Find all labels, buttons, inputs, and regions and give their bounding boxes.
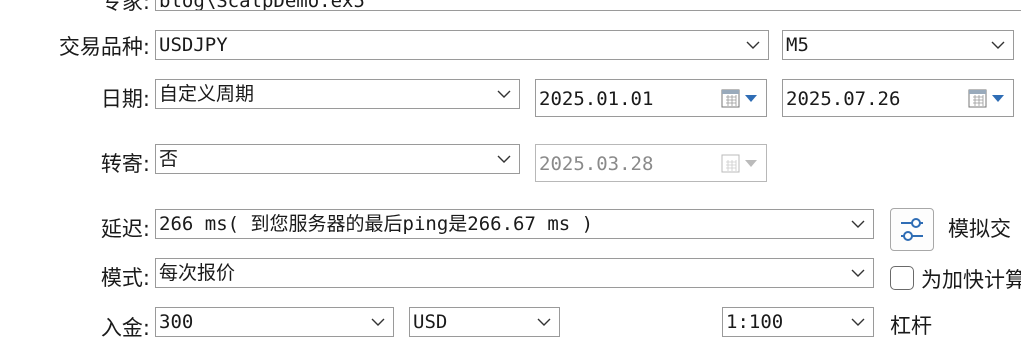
date-mode-value: 自定义周期: [159, 83, 255, 105]
calendar-icon: [721, 154, 757, 173]
expert-field[interactable]: blog\ScalpDemo.ex5: [155, 0, 1021, 11]
chevron-down-icon: [851, 269, 865, 277]
chevron-down-icon: [371, 318, 385, 326]
leverage-select[interactable]: 1:100: [722, 307, 874, 337]
symbol-label: 交易品种:: [58, 35, 150, 59]
date-label: 日期:: [100, 87, 150, 111]
settings-button[interactable]: [890, 208, 934, 251]
forward-value: 否: [159, 148, 179, 170]
forward-date-value: 2025.03.28: [539, 153, 654, 175]
symbol-value: USDJPY: [159, 34, 228, 56]
mode-select[interactable]: 每次报价: [155, 258, 874, 288]
currency-value: USD: [413, 311, 448, 333]
deposit-amount-value: 300: [159, 311, 194, 333]
chevron-down-icon: [746, 41, 760, 49]
symbol-select[interactable]: USDJPY: [155, 30, 769, 60]
date-to-picker[interactable]: 2025.07.26: [782, 79, 1014, 117]
deposit-label: 入金:: [100, 316, 150, 340]
chevron-down-icon: [497, 90, 511, 98]
calendar-icon[interactable]: [968, 89, 1008, 109]
leverage-label: 杠杆: [890, 314, 932, 338]
chevron-down-icon: [497, 155, 511, 163]
leverage-value: 1:100: [726, 311, 784, 333]
deposit-amount-select[interactable]: 300: [155, 307, 394, 337]
calendar-icon[interactable]: [721, 89, 761, 109]
mode-value: 每次报价: [159, 262, 236, 284]
timeframe-select[interactable]: M5: [782, 30, 1014, 60]
forward-date-picker[interactable]: 2025.03.28: [535, 144, 767, 182]
date-to-value: 2025.07.26: [786, 88, 901, 110]
delay-value: 266 ms( 到您服务器的最后ping是266.67 ms ): [159, 213, 594, 235]
chevron-down-icon: [851, 220, 865, 228]
chevron-down-icon: [537, 318, 551, 326]
chevron-down-icon: [851, 318, 865, 326]
fast-compute-checkbox[interactable]: [890, 266, 914, 290]
date-from-value: 2025.01.01: [539, 88, 654, 110]
fast-compute-label: 为加快计算: [921, 268, 1021, 292]
date-from-picker[interactable]: 2025.01.01: [535, 79, 767, 117]
delay-label: 延迟:: [100, 217, 150, 241]
currency-select[interactable]: USD: [409, 307, 560, 337]
sliders-icon: [901, 218, 923, 241]
delay-side-text: 模拟交: [948, 217, 1011, 241]
forward-select[interactable]: 否: [155, 144, 520, 174]
chevron-down-icon: [991, 41, 1005, 49]
forward-label: 转寄:: [100, 152, 150, 176]
date-mode-select[interactable]: 自定义周期: [155, 79, 520, 109]
mode-label: 模式:: [100, 266, 150, 290]
expert-label: 专家:: [100, 0, 150, 14]
delay-select[interactable]: 266 ms( 到您服务器的最后ping是266.67 ms ): [155, 209, 874, 239]
expert-value: blog\ScalpDemo.ex5: [159, 0, 365, 11]
timeframe-value: M5: [786, 34, 809, 56]
